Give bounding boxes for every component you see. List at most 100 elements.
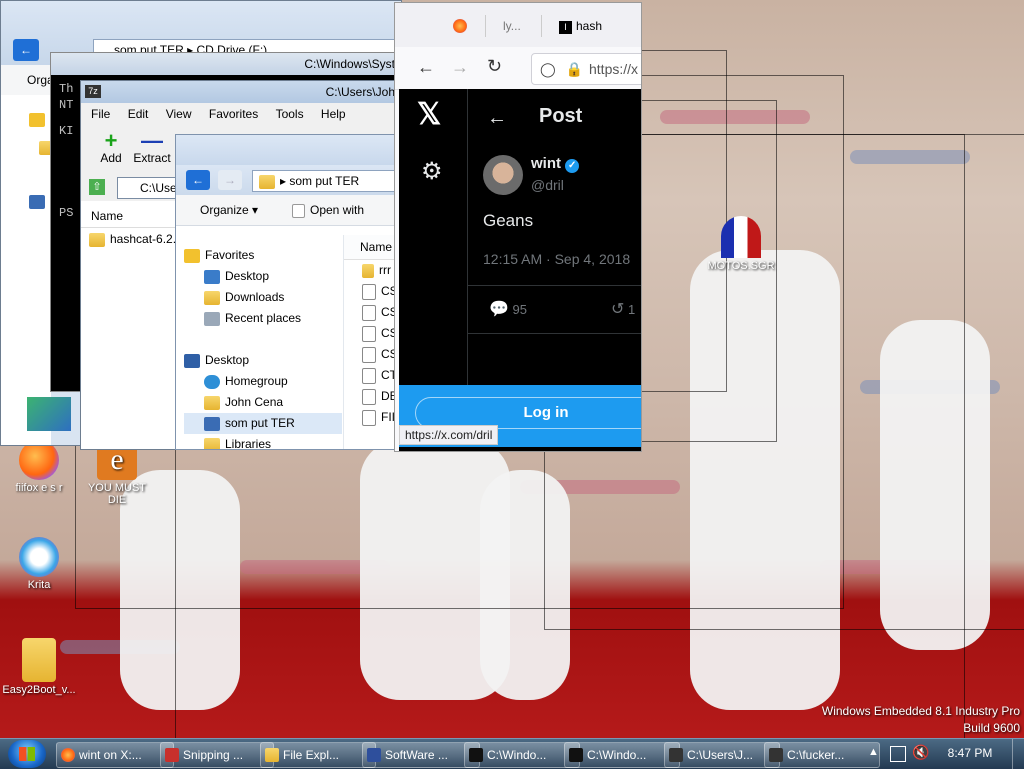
desktop-icon-krita[interactable]: Krita: [0, 537, 78, 591]
file-row[interactable]: CS: [344, 281, 398, 302]
tray-expand-icon[interactable]: ▲: [868, 746, 879, 758]
taskbar-button-firefox[interactable]: wint on X:...: [56, 742, 174, 768]
avatar[interactable]: [483, 155, 523, 195]
back-arrow-icon[interactable]: ←: [13, 39, 39, 61]
nav-item-recent-places[interactable]: Recent places: [184, 308, 342, 329]
organize-button[interactable]: Organize ▾: [200, 203, 258, 217]
lock-icon: 🔒: [565, 61, 583, 77]
nav-item-john-cena[interactable]: John Cena: [184, 392, 342, 413]
file-row[interactable]: DE: [344, 386, 398, 407]
address-text: C:\Use: [140, 181, 177, 195]
file-row[interactable]: rrr: [344, 260, 398, 281]
desktop-icon-motos[interactable]: MOTOS.SGR: [702, 216, 780, 272]
breadcrumb-item[interactable]: som put TER: [289, 174, 359, 188]
taskbar-button-7zip-1[interactable]: C:\Users\J...: [664, 742, 780, 768]
forward-arrow-icon[interactable]: →: [218, 170, 242, 190]
up-folder-icon[interactable]: ⇧: [89, 179, 105, 195]
nav-item-libraries[interactable]: Libraries: [184, 434, 342, 449]
taskbar-button-7zip-2[interactable]: C:\fucker...: [764, 742, 880, 768]
x-page: 𝕏 ⚙ ← Post wint ✓ @dril Geans 12:15 AM ·…: [399, 89, 641, 451]
back-arrow-icon[interactable]: ←: [487, 107, 507, 130]
menu-bar: File Edit View Favorites Tools Help: [81, 103, 401, 125]
show-desktop-button[interactable]: [1012, 739, 1024, 769]
taskbar-label: Snipping ...: [183, 748, 244, 762]
back-arrow-icon[interactable]: ←: [186, 170, 210, 190]
browser-tab[interactable]: ly...: [503, 19, 521, 33]
post-timestamp[interactable]: 12:15 AM · Sep 4, 2018: [483, 251, 630, 267]
column-name: Name: [360, 240, 393, 254]
open-with-button[interactable]: Open with: [292, 203, 364, 218]
forward-arrow-icon[interactable]: →: [451, 57, 469, 78]
add-button[interactable]: + Add: [91, 130, 131, 166]
start-button[interactable]: [8, 740, 46, 768]
nav-item-desktop[interactable]: Desktop: [184, 266, 342, 287]
taskbar-button-software[interactable]: SoftWare ...: [362, 742, 480, 768]
display-name-text: wint: [531, 155, 561, 172]
explorer-titlebar: [176, 135, 398, 165]
nav-label: Homegroup: [225, 374, 288, 388]
tab-label: ly...: [503, 19, 521, 33]
desktop-icon-firefox[interactable]: fiifox e s r: [0, 440, 78, 494]
taskbar-button-explorer[interactable]: File Expl...: [260, 742, 376, 768]
firefox-icon[interactable]: [453, 19, 467, 33]
taskbar-button-cmd-2[interactable]: C:\Windo...: [564, 742, 680, 768]
downloads-icon: [204, 290, 220, 305]
nav-item-som-put-ter[interactable]: som put TER: [184, 413, 342, 434]
reload-icon[interactable]: ↻: [487, 56, 502, 77]
column-header-name[interactable]: Name: [344, 235, 398, 260]
file-icon: [362, 409, 376, 426]
file-row[interactable]: CS: [344, 302, 398, 323]
desktop-icon: [184, 353, 200, 368]
menu-tools[interactable]: Tools: [276, 103, 304, 125]
minus-icon: —: [141, 128, 163, 153]
folder-icon: [259, 174, 275, 189]
address-bar[interactable]: ▸ som put TER: [252, 170, 398, 192]
file-row[interactable]: CT: [344, 365, 398, 386]
nav-item-downloads[interactable]: Downloads: [184, 287, 342, 308]
menu-favorites[interactable]: Favorites: [209, 103, 258, 125]
firefox-window[interactable]: ly... Ihash ← → ↻ ◯ 🔒 https://x 𝕏 ⚙ ← Pos…: [394, 2, 642, 452]
reply-button[interactable]: 💬 95: [489, 299, 527, 319]
retweet-button[interactable]: ↺ 1: [611, 299, 635, 319]
nav-label: Downloads: [225, 290, 285, 304]
column-name[interactable]: Name: [91, 209, 123, 223]
menu-help[interactable]: Help: [321, 103, 346, 125]
organize-label: Organize: [200, 203, 249, 217]
back-arrow-icon[interactable]: ←: [417, 57, 435, 78]
nav-item-homegroup[interactable]: Homegroup: [184, 371, 342, 392]
file-row[interactable]: CS: [344, 344, 398, 365]
nav-label: Desktop: [205, 353, 250, 367]
navigation-pane: Favorites Desktop Downloads Recent place…: [184, 245, 342, 449]
file-row[interactable]: CS: [344, 323, 398, 344]
gear-icon[interactable]: ⚙: [421, 157, 443, 186]
desktop-icon-label: fiifox e s r: [15, 482, 63, 494]
nav-desktop[interactable]: Desktop: [184, 350, 342, 371]
taskbar: wint on X:... Snipping ... File Expl... …: [0, 738, 1024, 769]
extract-button[interactable]: — Extract: [127, 128, 177, 166]
windows-logo-icon: [19, 747, 35, 761]
taskbar-button-cmd-1[interactable]: C:\Windo...: [464, 742, 580, 768]
clock[interactable]: 8:47 PM: [940, 746, 1000, 760]
network-icon[interactable]: [890, 746, 906, 762]
x-logo-icon[interactable]: 𝕏: [417, 97, 441, 132]
display-name[interactable]: wint ✓: [531, 155, 580, 173]
file-row[interactable]: FII: [344, 407, 398, 428]
desktop-icon-easy2boot[interactable]: Easy2Boot_v...: [0, 638, 78, 696]
handle[interactable]: @dril: [531, 177, 564, 193]
add-label: Add: [100, 151, 122, 165]
folder-icon: [89, 232, 105, 247]
menu-view[interactable]: View: [166, 103, 192, 125]
desktop-icon-label: MOTOS.SGR: [707, 260, 775, 272]
browser-tab[interactable]: Ihash: [559, 19, 602, 34]
volume-icon[interactable]: 🔇: [912, 744, 929, 761]
verified-badge-icon: ✓: [565, 159, 580, 173]
menu-edit[interactable]: Edit: [128, 103, 149, 125]
menu-file[interactable]: File: [91, 103, 110, 125]
taskbar-label: C:\fucker...: [787, 748, 845, 762]
explorer-window[interactable]: ← → ▸ som put TER Organize ▾ Open with F…: [175, 134, 399, 450]
game-icon: [721, 216, 761, 258]
nav-favorites[interactable]: Favorites: [184, 245, 342, 266]
taskbar-button-snipping[interactable]: Snipping ...: [160, 742, 274, 768]
file-icon: [362, 325, 376, 342]
url-bar[interactable]: ◯ 🔒 https://x: [531, 53, 641, 85]
